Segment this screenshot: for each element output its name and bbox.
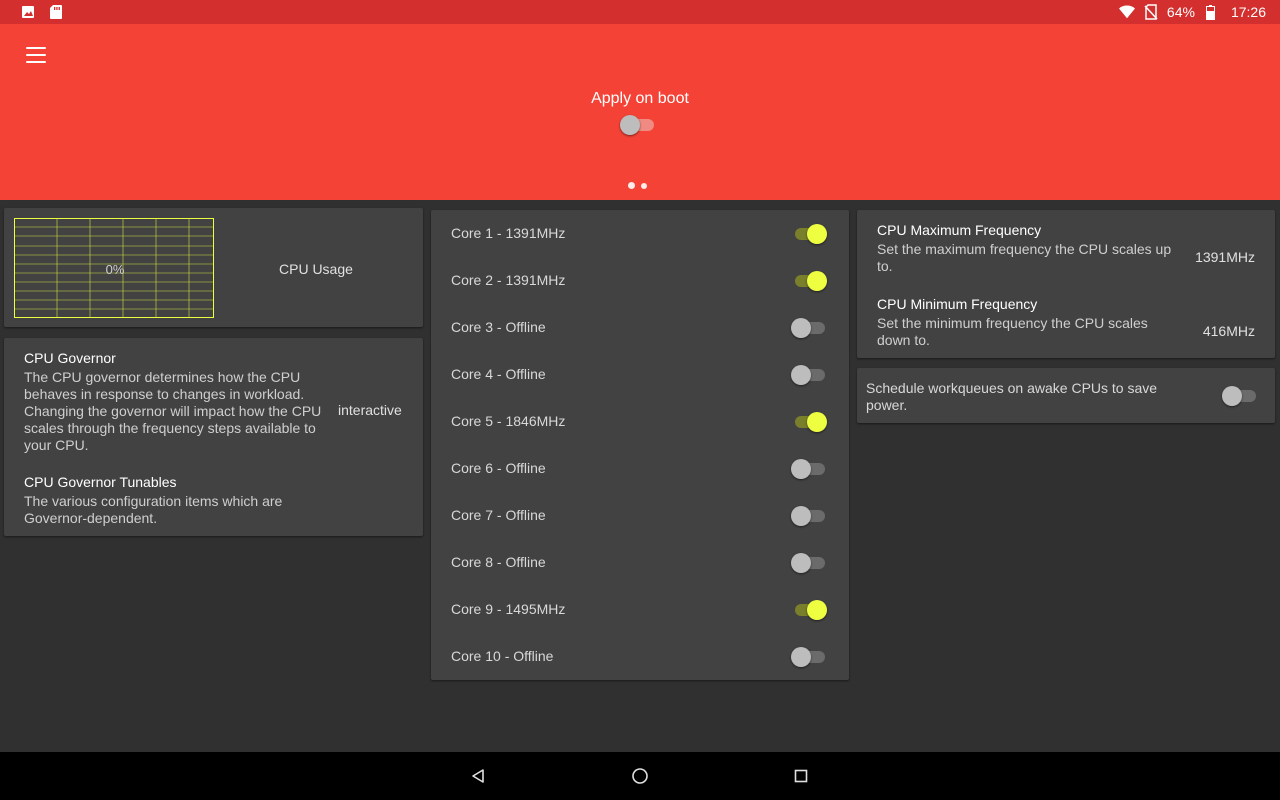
core-10-switch[interactable]	[791, 645, 827, 669]
core-row: Core 5 - 1846MHz	[431, 398, 849, 445]
core-3-switch[interactable]	[791, 316, 827, 340]
core-row: Core 9 - 1495MHz	[431, 586, 849, 633]
recents-icon[interactable]	[789, 764, 813, 788]
no-sim-icon	[1143, 4, 1159, 20]
core-row: Core 3 - Offline	[431, 304, 849, 351]
navigation-bar	[0, 752, 1280, 800]
core-7-switch[interactable]	[791, 504, 827, 528]
core-4-switch[interactable]	[791, 363, 827, 387]
page-indicator	[628, 182, 647, 189]
cpu-min-frequency-item[interactable]: CPU Minimum Frequency Set the minimum fr…	[857, 284, 1275, 358]
apply-on-boot-label: Apply on boot	[591, 90, 689, 107]
cpu-min-frequency-value: 416MHz	[1202, 323, 1255, 339]
core-2-switch[interactable]	[791, 269, 827, 293]
battery-percent: 64%	[1166, 4, 1195, 20]
core-label: Core 8 - Offline	[451, 554, 546, 570]
cpu-max-frequency-item[interactable]: CPU Maximum Frequency Set the maximum fr…	[857, 210, 1275, 284]
status-bar: 64% 17:26	[0, 0, 1280, 24]
cpu-governor-item[interactable]: CPU Governor The CPU governor determines…	[4, 338, 423, 458]
core-5-switch[interactable]	[791, 410, 827, 434]
core-label: Core 3 - Offline	[451, 319, 546, 335]
cpu-usage-label: CPU Usage	[279, 261, 353, 277]
cpu-max-frequency-value: 1391MHz	[1195, 249, 1255, 265]
cpu-usage-value: 0%	[105, 261, 125, 277]
core-label: Core 2 - 1391MHz	[451, 272, 566, 288]
cpu-governor-title: CPU Governor	[24, 350, 116, 366]
workqueues-label: Schedule workqueues on awake CPUs to sav…	[866, 380, 1158, 413]
apply-on-boot-switch[interactable]	[620, 113, 656, 137]
core-label: Core 4 - Offline	[451, 366, 546, 382]
cpu-min-frequency-desc: Set the minimum frequency the CPU scales…	[877, 315, 1148, 348]
governor-tunables-title: CPU Governor Tunables	[24, 474, 177, 490]
core-row: Core 2 - 1391MHz	[431, 257, 849, 304]
page-dot-active[interactable]	[628, 182, 635, 189]
cpu-usage-card: 0% CPU Usage	[4, 208, 423, 327]
core-row: Core 4 - Offline	[431, 351, 849, 398]
cores-card: Core 1 - 1391MHz Core 2 - 1391MHz Core 3 -…	[431, 210, 849, 680]
core-9-switch[interactable]	[791, 598, 827, 622]
core-label: Core 7 - Offline	[451, 507, 546, 523]
core-row: Core 10 - Offline	[431, 633, 849, 680]
image-icon	[20, 4, 36, 20]
core-1-switch[interactable]	[791, 222, 827, 246]
governor-card: CPU Governor The CPU governor determines…	[4, 338, 423, 536]
cpu-governor-value: interactive	[338, 402, 402, 418]
sd-card-icon	[48, 4, 64, 20]
core-label: Core 10 - Offline	[451, 648, 554, 664]
workqueues-card[interactable]: Schedule workqueues on awake CPUs to sav…	[857, 368, 1275, 423]
core-label: Core 5 - 1846MHz	[451, 413, 566, 429]
core-8-switch[interactable]	[791, 551, 827, 575]
cpu-min-frequency-title: CPU Minimum Frequency	[877, 296, 1038, 312]
page-dot[interactable]	[641, 183, 647, 189]
clock: 17:26	[1230, 4, 1266, 20]
core-6-switch[interactable]	[791, 457, 827, 481]
cpu-usage-graph: 0%	[14, 218, 214, 318]
cpu-max-frequency-title: CPU Maximum Frequency	[877, 222, 1042, 238]
governor-tunables-desc: The various configuration items which ar…	[24, 493, 283, 526]
menu-icon[interactable]	[20, 44, 52, 66]
battery-icon	[1203, 4, 1219, 20]
app-header: Apply on boot	[0, 24, 1280, 200]
wifi-icon	[1118, 4, 1135, 20]
cpu-governor-desc: The CPU governor determines how the CPU …	[24, 369, 322, 453]
cpu-max-frequency-desc: Set the maximum frequency the CPU scales…	[877, 241, 1172, 274]
home-icon[interactable]	[628, 764, 652, 788]
back-icon[interactable]	[466, 764, 490, 788]
core-row: Core 7 - Offline	[431, 492, 849, 539]
governor-tunables-item[interactable]: CPU Governor Tunables The various config…	[4, 466, 423, 532]
core-row: Core 8 - Offline	[431, 539, 849, 586]
core-label: Core 9 - 1495MHz	[451, 601, 566, 617]
core-row: Core 1 - 1391MHz	[431, 210, 849, 257]
frequency-card: CPU Maximum Frequency Set the maximum fr…	[857, 210, 1275, 358]
workqueues-switch[interactable]	[1222, 384, 1258, 408]
core-label: Core 6 - Offline	[451, 460, 546, 476]
core-row: Core 6 - Offline	[431, 445, 849, 492]
core-label: Core 1 - 1391MHz	[451, 225, 566, 241]
